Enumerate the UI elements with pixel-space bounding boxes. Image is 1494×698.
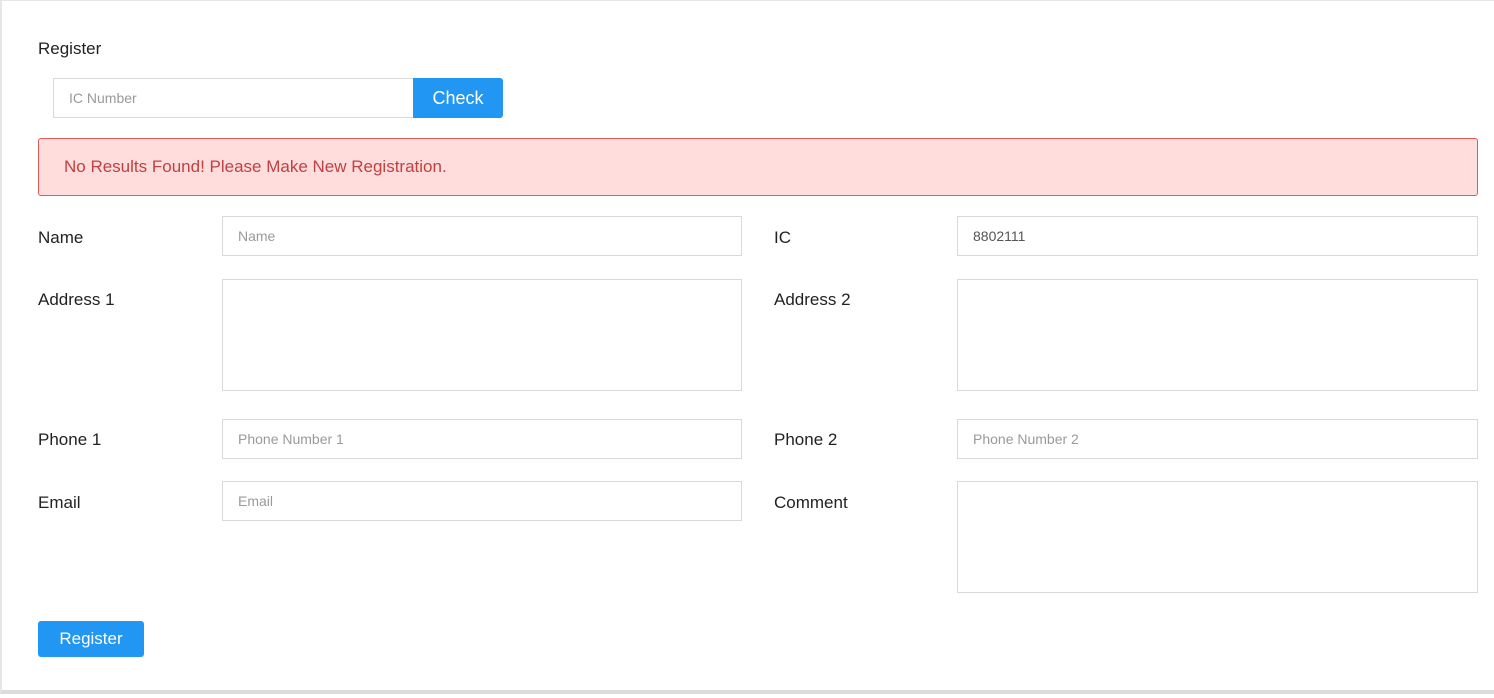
ic-check-group: Check bbox=[53, 78, 503, 118]
name-input[interactable] bbox=[222, 216, 742, 256]
phone2-label: Phone 2 bbox=[774, 430, 838, 449]
alert-message: No Results Found! Please Make New Regist… bbox=[64, 157, 447, 176]
ic-label: IC bbox=[774, 228, 791, 247]
address1-label: Address 1 bbox=[38, 290, 115, 309]
phone2-input[interactable] bbox=[957, 419, 1478, 459]
phone1-label: Phone 1 bbox=[38, 430, 102, 449]
ic-number-input[interactable] bbox=[53, 78, 413, 118]
form-title: Register bbox=[38, 39, 102, 58]
register-card: Register Check No Results Found! Please … bbox=[0, 0, 1494, 694]
no-results-alert: No Results Found! Please Make New Regist… bbox=[38, 138, 1478, 196]
name-label: Name bbox=[38, 228, 84, 247]
ic-input[interactable] bbox=[957, 216, 1478, 256]
check-button[interactable]: Check bbox=[413, 78, 503, 118]
comment-textarea[interactable] bbox=[957, 481, 1478, 593]
email-label: Email bbox=[38, 493, 81, 512]
phone1-input[interactable] bbox=[222, 419, 742, 459]
register-button[interactable]: Register bbox=[38, 621, 144, 657]
email-input[interactable] bbox=[222, 481, 742, 521]
address2-textarea[interactable] bbox=[957, 279, 1478, 391]
address2-label: Address 2 bbox=[774, 290, 851, 309]
address1-textarea[interactable] bbox=[222, 279, 742, 391]
comment-label: Comment bbox=[774, 493, 848, 512]
